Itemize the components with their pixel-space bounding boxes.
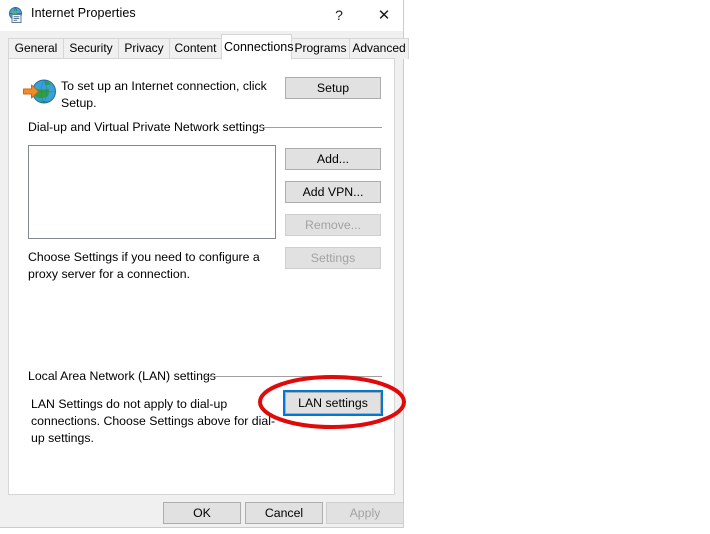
tab-advanced[interactable]: Advanced — [349, 38, 409, 59]
setup-description: To set up an Internet connection, click … — [61, 79, 267, 110]
globe-with-arrow-icon — [23, 77, 57, 107]
tab-general[interactable]: General — [8, 38, 64, 59]
dialog-footer: OK Cancel Apply — [0, 495, 404, 527]
proxy-settings-note: Choose Settings if you need to configure… — [28, 250, 260, 281]
add-button[interactable]: Add... — [285, 148, 381, 170]
window-title: Internet Properties — [31, 6, 136, 20]
dialup-group-separator — [260, 127, 382, 128]
internet-properties-window: Internet Properties ? ✕ General Security… — [0, 0, 409, 528]
settings-button: Settings — [285, 247, 381, 269]
dialup-group-label: Dial-up and Virtual Private Network sett… — [28, 120, 271, 134]
lan-group-separator — [205, 376, 382, 377]
apply-button: Apply — [326, 502, 404, 524]
tab-security[interactable]: Security — [63, 38, 119, 59]
connections-tab-panel: To set up an Internet connection, click … — [8, 58, 395, 495]
tab-privacy[interactable]: Privacy — [118, 38, 170, 59]
close-icon[interactable]: ✕ — [364, 0, 404, 31]
internet-properties-icon — [8, 7, 25, 24]
tab-content[interactable]: Content — [169, 38, 222, 59]
add-vpn-button[interactable]: Add VPN... — [285, 181, 381, 203]
title-bar: Internet Properties ? ✕ — [0, 0, 403, 31]
ok-button[interactable]: OK — [163, 502, 241, 524]
tab-connections[interactable]: Connections — [221, 34, 294, 60]
lan-settings-button[interactable]: LAN settings — [283, 390, 383, 416]
cancel-button[interactable]: Cancel — [245, 502, 323, 524]
help-button[interactable]: ? — [319, 0, 359, 31]
connections-listbox[interactable] — [28, 145, 276, 239]
tab-programs[interactable]: Programs — [291, 38, 350, 59]
remove-button: Remove... — [285, 214, 381, 236]
lan-group-label: Local Area Network (LAN) settings — [28, 369, 222, 383]
setup-button[interactable]: Setup — [285, 77, 381, 99]
lan-settings-note: LAN Settings do not apply to dial-up con… — [31, 397, 276, 445]
tab-strip: General Security Privacy Content Connect… — [0, 31, 409, 60]
